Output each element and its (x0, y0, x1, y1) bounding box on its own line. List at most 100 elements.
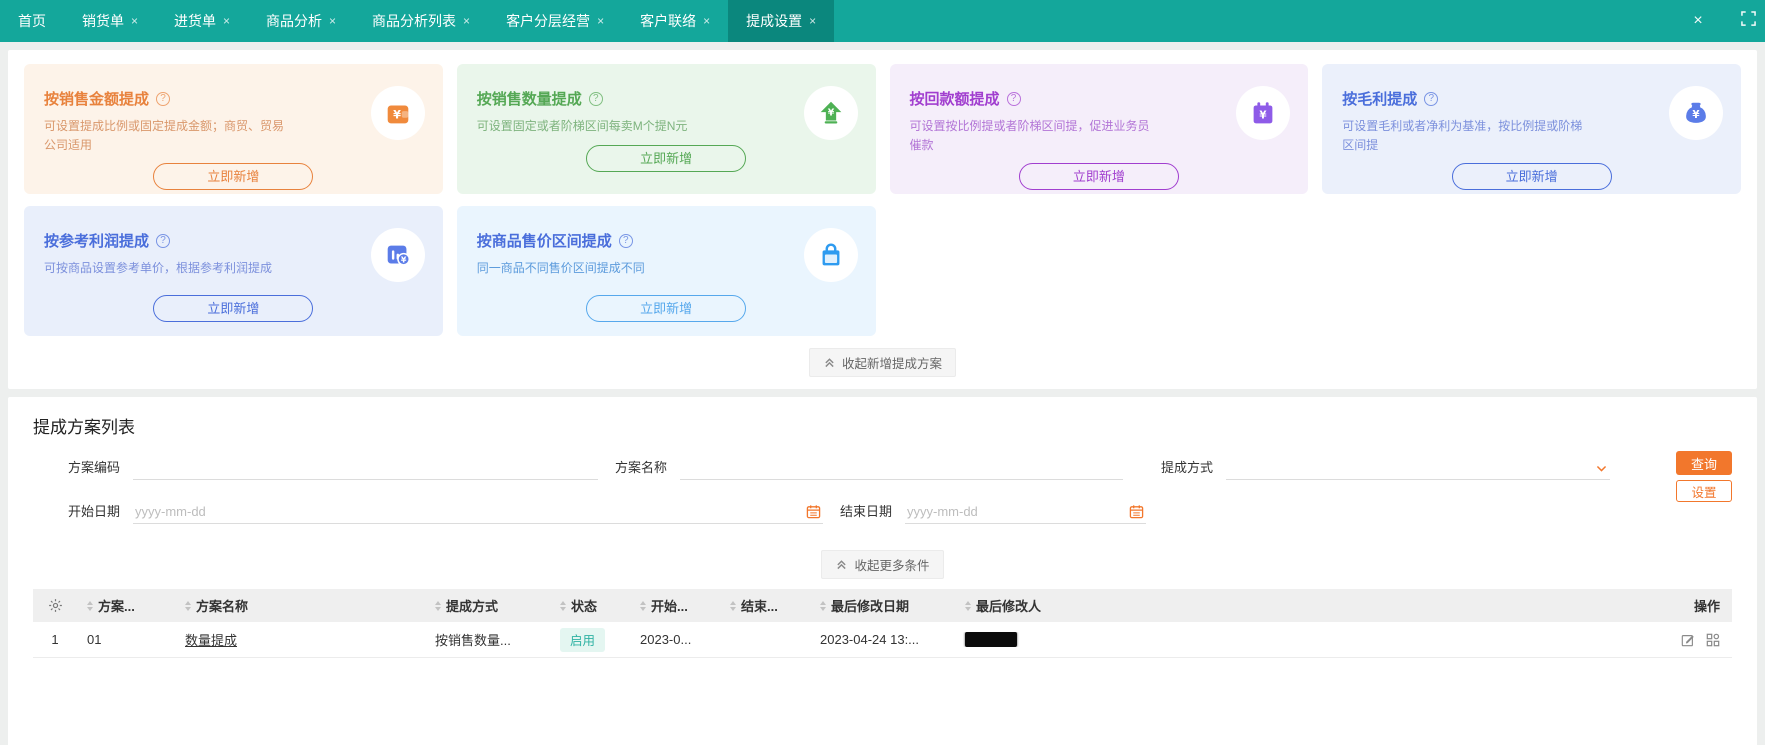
add-now-button[interactable]: 立即新增 (153, 163, 314, 191)
column-header-plan-name[interactable]: 方案名称 (175, 596, 425, 615)
tab-close-icon[interactable]: × (809, 14, 816, 28)
commission-plan-list-panel: 提成方案列表 方案编码 方案名称 提成方式 开始日期 yyyy-mm-dd 结束… (8, 397, 1757, 745)
chart-yuan-icon: ¥ (370, 228, 425, 282)
field-label: 方案名称 (615, 460, 668, 475)
top-tab-bar: 首页 销货单 × 进货单 × 商品分析 × 商品分析列表 × 客户分层经营 × 客户联络 ×… (0, 0, 1765, 42)
card-description: 可设置固定或者阶梯区间每卖M个提N元 (476, 119, 688, 133)
field-label: 提成方式 (1161, 460, 1214, 475)
settings-button[interactable]: 设置 (1676, 480, 1732, 502)
tab-commission-settings[interactable]: 提成设置 × (728, 0, 835, 42)
plan-code-cell: 01 (87, 632, 102, 647)
add-now-button[interactable]: 立即新增 (1018, 163, 1179, 191)
plan-name-input[interactable] (680, 460, 1123, 479)
money-bag-icon: ¥ (1669, 86, 1723, 140)
tab-purchase-order[interactable]: 进货单 × (156, 0, 248, 42)
double-chevron-up-icon (837, 560, 847, 570)
tab-home[interactable]: 首页 (0, 0, 64, 42)
help-icon[interactable]: ? (1424, 91, 1439, 106)
column-header-status[interactable]: 状态 (550, 596, 630, 615)
card-title: 按参考利润提成? (44, 230, 423, 251)
field-label: 结束日期 (840, 504, 893, 519)
tab-close-icon[interactable]: × (597, 14, 604, 28)
calendar-yuan-icon: ¥ (1236, 86, 1291, 140)
edit-icon[interactable] (1681, 633, 1695, 647)
fullscreen-icon[interactable] (1733, 11, 1763, 31)
calendar-icon[interactable] (806, 504, 821, 519)
add-now-button[interactable]: 立即新增 (1451, 163, 1612, 191)
card-sales-quantity-commission: 按销售数量提成? 可设置固定或者阶梯区间每卖M个提N元 立即新增 ¥ (456, 64, 876, 194)
plan-code-input[interactable] (133, 460, 598, 479)
method-cell: 按销售数量... (435, 633, 511, 648)
tab-label: 首页 (18, 13, 46, 29)
add-now-button[interactable]: 立即新增 (586, 294, 747, 322)
plan-table: 方案... 方案名称 提成方式 状态 开始... 结束... 最后修改日期 最后… (33, 589, 1732, 658)
column-header-end[interactable]: 结束... (720, 596, 810, 615)
tab-customer-contact[interactable]: 客户联络 × (622, 0, 728, 42)
tab-close-icon[interactable]: × (131, 14, 138, 28)
help-icon[interactable]: ? (156, 233, 171, 248)
tab-label: 商品分析 (266, 13, 323, 29)
tab-close-icon[interactable]: × (703, 14, 710, 28)
tab-close-icon[interactable]: × (329, 14, 336, 28)
status-cell: 启用 (550, 627, 630, 652)
close-icon[interactable]: × (1683, 12, 1713, 30)
help-icon[interactable]: ? (156, 91, 171, 106)
collapse-label: 收起新增提成方案 (841, 357, 942, 371)
tab-sales-order[interactable]: 销货单 × (64, 0, 156, 42)
more-apps-grid-icon[interactable] (1706, 633, 1720, 647)
modified-by-cell (955, 632, 1652, 647)
column-header-start[interactable]: 开始... (630, 596, 720, 615)
help-icon[interactable]: ? (588, 91, 603, 106)
filter-form: 方案编码 方案名称 提成方式 开始日期 yyyy-mm-dd 结束日期 yyyy… (33, 451, 1732, 550)
svg-text:¥: ¥ (827, 107, 834, 118)
start-date-input[interactable] (133, 504, 823, 523)
sort-icon[interactable] (640, 600, 646, 611)
tab-product-analysis[interactable]: 商品分析 × (248, 0, 354, 42)
card-payment-collection-commission: 按回款额提成? 可设置按比例提或者阶梯区间提，促进业务员催款 立即新增 ¥ (889, 64, 1309, 194)
column-header-modified-by[interactable]: 最后修改人 (955, 596, 1652, 615)
collapse-more-filters-button[interactable]: 收起更多条件 (821, 550, 944, 579)
sort-icon[interactable] (87, 600, 93, 611)
card-title: 按商品售价区间提成? (477, 230, 856, 251)
sort-icon[interactable] (560, 600, 566, 611)
add-now-button[interactable]: 立即新增 (153, 294, 314, 322)
svg-text:¥: ¥ (401, 256, 407, 265)
column-header-plan-code[interactable]: 方案... (77, 596, 175, 615)
commission-method-select[interactable] (1226, 460, 1610, 479)
tab-product-analysis-list[interactable]: 商品分析列表 × (354, 0, 488, 42)
add-now-button[interactable]: 立即新增 (586, 144, 747, 172)
tab-label: 客户分层经营 (506, 13, 591, 29)
collapse-label: 收起更多条件 (854, 559, 930, 573)
card-title: 按毛利提成? (1342, 88, 1721, 109)
card-title: 按销售金额提成? (44, 88, 423, 109)
arrow-up-yuan-icon: ¥ (803, 86, 858, 140)
search-button[interactable]: 查询 (1676, 451, 1732, 475)
end-date-input[interactable] (905, 504, 1146, 523)
tab-close-icon[interactable]: × (463, 14, 470, 28)
calendar-icon[interactable] (1129, 504, 1144, 519)
column-header-modified-date[interactable]: 最后修改日期 (810, 596, 955, 615)
gear-icon (48, 599, 62, 612)
help-icon[interactable]: ? (618, 233, 633, 248)
navbar-controls: × (1683, 0, 1765, 42)
sort-icon[interactable] (965, 600, 971, 611)
collapse-new-plans-button[interactable]: 收起新增提成方案 (808, 348, 956, 377)
column-header-method[interactable]: 提成方式 (425, 596, 550, 615)
sort-icon[interactable] (185, 600, 191, 611)
column-settings-gear[interactable] (33, 598, 77, 613)
status-badge: 启用 (560, 627, 606, 652)
section-title: 提成方案列表 (33, 418, 135, 437)
end-date-field: 结束日期 (840, 498, 1146, 524)
start-date-cell: 2023-0... (640, 632, 692, 647)
field-label: 开始日期 (68, 504, 121, 519)
tab-label: 进货单 (174, 13, 217, 29)
tab-customer-tiering[interactable]: 客户分层经营 × (488, 0, 622, 42)
tab-close-icon[interactable]: × (223, 14, 230, 28)
chevron-down-icon[interactable] (1595, 462, 1608, 475)
plan-name-link[interactable]: 数量提成 (175, 630, 425, 649)
sort-icon[interactable] (435, 600, 441, 611)
sort-icon[interactable] (820, 600, 826, 611)
sort-icon[interactable] (730, 600, 736, 611)
card-gross-profit-commission: 按毛利提成? 可设置毛利或者净利为基准，按比例提或阶梯区间提 立即新增 ¥ (1322, 64, 1741, 194)
help-icon[interactable]: ? (1006, 91, 1021, 106)
